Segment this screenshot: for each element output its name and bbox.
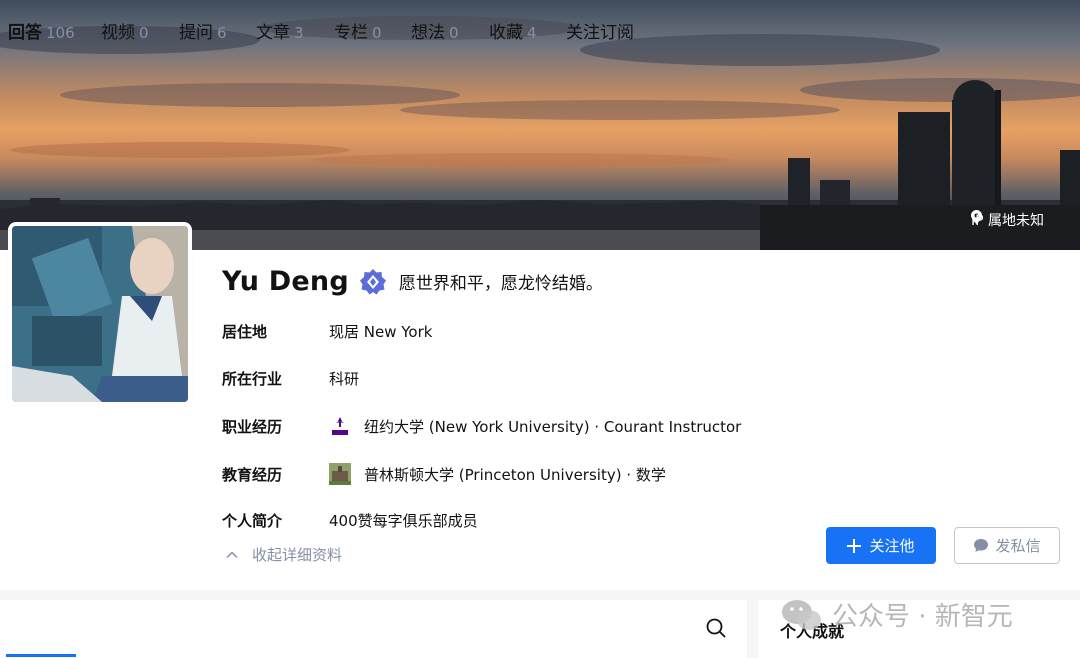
cover-image: IP 属地未知 (0, 0, 1080, 250)
tab-answers[interactable]: 回答 106 (8, 18, 75, 43)
detail-label: 个人简介 (222, 512, 283, 530)
tab-subscriptions[interactable]: 关注订阅 (566, 18, 634, 43)
tab-label: 关注订阅 (566, 23, 634, 43)
detail-career: 职业经历 纽约大学 (New York University) · Couran… (222, 415, 741, 437)
tab-articles[interactable]: 文章 3 (256, 18, 304, 43)
tab-count: 6 (217, 24, 227, 42)
tab-count: 4 (527, 24, 537, 42)
tab-label: 回答 (8, 23, 42, 43)
follow-button[interactable]: 关注他 (826, 527, 936, 564)
tab-label: 视频 (101, 23, 135, 43)
message-button-label: 发私信 (995, 537, 1041, 555)
user-headline: 愿世界和平，愿龙怜结婚。 (398, 274, 603, 294)
detail-value: 普林斯顿大学 (Princeton University) · 数学 (364, 465, 666, 484)
tab-questions[interactable]: 提问 6 (179, 18, 227, 43)
user-name: Yu Deng (222, 266, 349, 297)
detail-industry: 所在行业 科研 (222, 368, 359, 389)
detail-value: 现居 New York (329, 323, 433, 341)
plus-icon (847, 538, 862, 553)
tab-count: 0 (139, 24, 149, 42)
avatar-illustration (12, 226, 188, 402)
profile-tabs (0, 600, 747, 658)
detail-bio: 个人简介 400赞每字俱乐部成员 (222, 510, 478, 531)
detail-value: 科研 (329, 370, 360, 388)
detail-label: 居住地 (222, 323, 268, 341)
tab-count: 3 (294, 24, 304, 42)
active-tab-indicator (6, 654, 76, 657)
tab-columns[interactable]: 专栏 0 (334, 18, 382, 43)
message-button[interactable]: 发私信 (954, 527, 1060, 564)
chat-bubble-icon (974, 539, 989, 552)
search-icon[interactable] (705, 617, 727, 639)
detail-label: 所在行业 (222, 370, 283, 388)
princeton-logo-icon (329, 463, 351, 485)
detail-label: 职业经历 (222, 417, 283, 436)
tab-count: 0 (372, 24, 382, 42)
verified-badge-icon[interactable] (359, 268, 387, 296)
tab-collections[interactable]: 收藏 4 (489, 18, 537, 43)
tab-count: 0 (449, 24, 459, 42)
tab-label: 文章 (256, 23, 290, 43)
avatar[interactable] (8, 222, 192, 406)
tab-count: 106 (46, 24, 75, 42)
tab-label: 收藏 (489, 23, 523, 43)
detail-value: 纽约大学 (New York University) · Courant Ins… (364, 417, 742, 436)
follow-button-label: 关注他 (869, 537, 915, 555)
tab-thoughts[interactable]: 想法 0 (411, 18, 459, 43)
chevron-up-icon (226, 550, 238, 558)
tab-label: 提问 (179, 23, 213, 43)
detail-education: 教育经历 普林斯顿大学 (Princeton University) · 数学 (222, 463, 666, 485)
tab-label: 想法 (411, 23, 445, 43)
detail-label: 教育经历 (222, 465, 283, 484)
sunset-skyline-image (0, 16, 1080, 250)
achievements-title: 个人成就 (780, 622, 845, 641)
nyu-logo-icon (329, 415, 351, 437)
location-pin-icon (970, 210, 982, 224)
tab-videos[interactable]: 视频 0 (101, 18, 149, 43)
detail-value: 400赞每字俱乐部成员 (329, 512, 478, 530)
detail-residence: 居住地 现居 New York (222, 321, 432, 342)
ip-location: IP 属地未知 (970, 210, 1044, 230)
collapse-details-button[interactable]: 收起详细资料 (226, 544, 342, 565)
tab-label: 专栏 (334, 23, 368, 43)
collapse-details-label: 收起详细资料 (252, 546, 343, 564)
